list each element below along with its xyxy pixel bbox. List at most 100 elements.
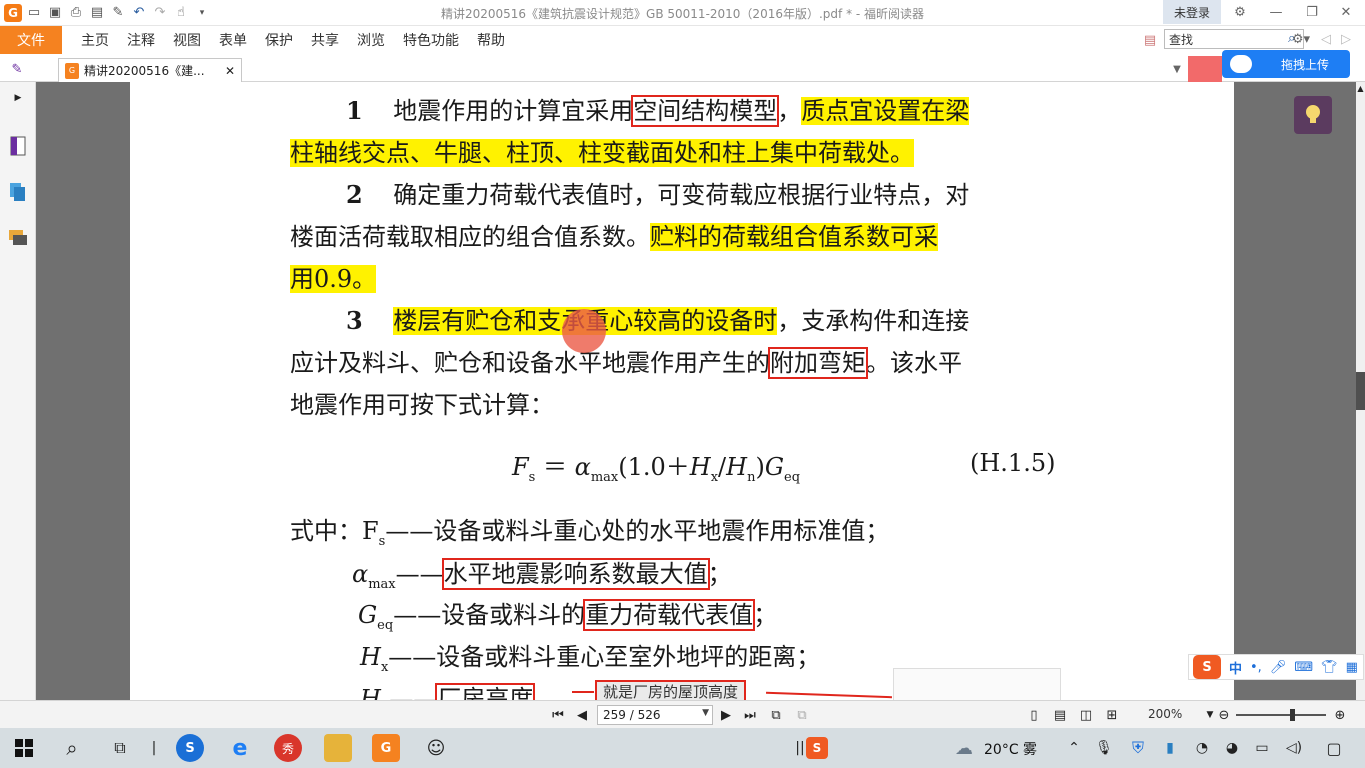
vertical-scrollbar[interactable]: ▲ [1356,82,1365,700]
menu-protect[interactable]: 保护 [256,26,302,54]
document-tab[interactable]: G 精讲20200516《建... ✕ [58,58,242,82]
scrollbar-thumb[interactable] [1356,372,1365,410]
close-button[interactable]: ✕ [1332,0,1360,24]
formula-symbol: α [352,560,369,588]
menu-comment[interactable]: 注释 [118,26,164,54]
annotation-note[interactable]: 就是厂房的屋顶高度 [595,680,747,700]
file-menu[interactable]: 文件 [0,26,62,54]
page-thumbnails-icon[interactable] [8,136,28,156]
menu-form[interactable]: 表单 [210,26,256,54]
formula-subscript: max [590,469,619,485]
weather-icon[interactable]: ☁ [950,734,978,762]
page-number-field[interactable]: 259 / 526 ▼ [597,705,713,725]
settings-icon[interactable]: ⚙ [1228,0,1252,24]
file-explorer-icon[interactable] [324,734,352,762]
first-page-icon[interactable]: ⏮ [548,705,568,725]
zoom-out-icon[interactable]: ⊖ [1214,705,1234,725]
customize-dropdown-icon[interactable]: ▾ [193,4,211,22]
zoom-level[interactable]: 200% [1148,707,1182,721]
sogou-browser-icon[interactable]: S [176,734,204,762]
microphone-icon[interactable]: 🎤︎ [1270,660,1287,675]
text-segment: —— [395,560,444,588]
volume-icon[interactable]: ◁) [1280,734,1308,762]
new-icon[interactable]: ✎ [109,4,127,22]
microphone-tray-icon[interactable]: 🎙︎ [1090,734,1118,762]
menu-view[interactable]: 视图 [164,26,210,54]
formula-symbol: F [512,453,529,481]
lightbulb-tip-button[interactable] [1294,96,1332,134]
comments-icon[interactable] [8,228,28,248]
zoom-in-icon[interactable]: ⊕ [1330,705,1350,725]
ime-language[interactable]: 中 [1229,658,1242,677]
tab-list-dropdown-icon[interactable]: ▼ [1168,58,1186,80]
app-logo-icon[interactable]: G [4,3,22,22]
search-icon[interactable]: ⌕ [58,734,86,762]
edge-browser-icon[interactable]: e [226,734,254,762]
network-icon[interactable]: ◔ [1188,734,1216,762]
text-segment: ，支承构件和连接 [777,307,970,335]
save-icon[interactable]: ▣ [46,4,64,22]
skin-icon[interactable]: 👕︎ [1321,660,1338,675]
windows-start-icon[interactable] [10,734,38,762]
usb-device-icon[interactable]: ▮ [1156,734,1184,762]
weather-text[interactable]: 20°C 雾 [984,739,1037,759]
single-page-view-icon[interactable]: ▯ [1024,705,1044,725]
zoom-slider[interactable] [1236,714,1326,716]
tray-expand-icon[interactable]: ⌃ [1060,734,1088,762]
document-viewport[interactable]: 1 地震作用的计算宜采用空间结构模型，质点宜设置在梁 柱轴线交点、牛腿、柱顶、柱… [36,82,1356,700]
maximize-button[interactable]: ❐ [1298,0,1326,24]
notification-icon[interactable]: ▢ [1320,734,1348,762]
close-tab-icon[interactable]: ✕ [225,64,235,78]
previous-page-icon[interactable]: ◀ [572,705,592,725]
search-input[interactable] [1164,29,1304,49]
task-view-icon[interactable]: ⧉ [106,734,134,762]
menu-browse[interactable]: 浏览 [348,26,394,54]
xiu-app-icon[interactable]: 秀 [274,734,302,762]
next-page-icon[interactable]: ▶ [716,705,736,725]
toolbox-icon[interactable]: ▦ [1346,660,1358,675]
undo-icon[interactable]: ↶ [130,4,148,22]
app-avatar-icon[interactable]: ☺ [422,734,450,762]
menu-share[interactable]: 共享 [302,26,348,54]
drag-upload-label: 拖拽上传 [1280,57,1329,72]
battery-icon[interactable]: ▭ [1248,734,1276,762]
nav-back-icon[interactable]: ◁ [1318,28,1334,50]
open-icon[interactable]: ▭ [25,4,43,22]
drag-upload-button[interactable]: 拖拽上传 [1222,50,1350,78]
page-dropdown-icon[interactable]: ▼ [702,708,709,718]
menu-features[interactable]: 特色功能 [394,26,468,54]
hand-tool-icon[interactable]: ☝ [172,4,190,22]
sogou-ime-tray-icon[interactable]: S [806,737,828,759]
print-icon[interactable]: ⎙ [67,4,85,22]
foxit-reader-taskbar-icon[interactable]: G [372,734,400,762]
text-segment: ； [753,601,778,629]
last-page-icon[interactable]: ⏭ [740,705,760,725]
punctuation-icon[interactable]: •, [1250,660,1262,675]
bookmarks-icon[interactable] [8,182,28,202]
redo-icon[interactable]: ↷ [151,4,169,22]
scroll-up-icon[interactable]: ▲ [1356,84,1365,93]
ribbon-tabs: 文件 主页 注释 视图 表单 保护 共享 浏览 特色功能 帮助 [0,26,1365,54]
continuous-view-icon[interactable]: ▤ [1050,705,1070,725]
boxed-term: 空间结构模型 [631,95,780,127]
zoom-slider-handle[interactable] [1290,709,1295,721]
previous-view-icon[interactable]: ⧉ [766,705,786,725]
sogou-logo-icon[interactable]: S [1193,655,1221,679]
facing-view-icon[interactable]: ◫ [1076,705,1096,725]
search-options-icon[interactable]: ⚙▾ [1286,28,1316,50]
qq-icon[interactable]: ◕ [1218,734,1246,762]
minimize-button[interactable]: — [1262,0,1290,24]
nav-forward-icon[interactable]: ▷ [1338,28,1354,50]
security-shield-icon[interactable]: ⛨ [1124,734,1152,762]
menu-help[interactable]: 帮助 [468,26,514,54]
find-folder-icon[interactable]: ▤ [1141,30,1159,50]
tab-panel-icon[interactable]: ✎ [6,58,28,80]
properties-icon[interactable]: ▤ [88,4,106,22]
login-button[interactable]: 未登录 [1163,0,1221,24]
expand-panel-icon[interactable]: ▶ [8,88,28,108]
next-view-icon[interactable]: ⧉ [792,705,812,725]
menu-home[interactable]: 主页 [72,26,118,54]
document-tab-label: 精讲20200516《建... [84,64,205,78]
keyboard-icon[interactable]: ⌨ [1294,660,1313,675]
continuous-facing-view-icon[interactable]: ⊞ [1102,705,1122,725]
